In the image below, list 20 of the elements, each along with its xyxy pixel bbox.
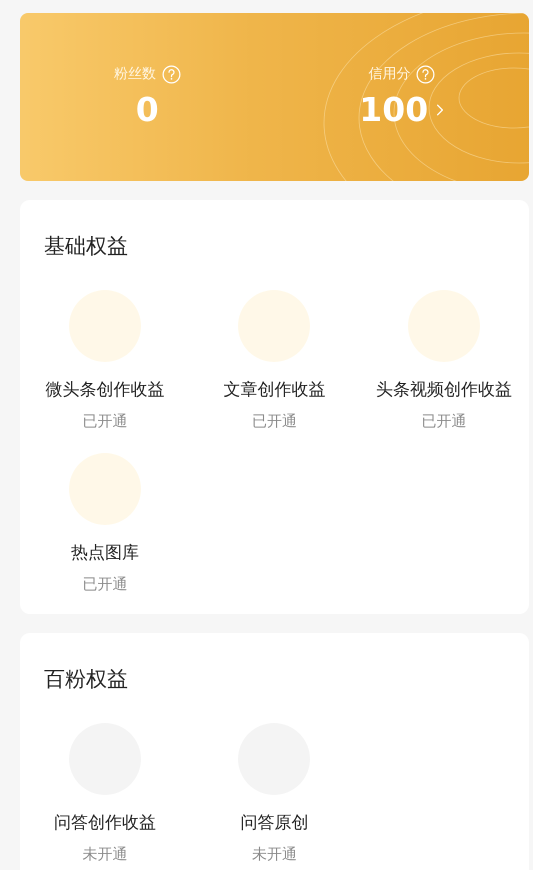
chevron-icon[interactable] <box>436 102 444 116</box>
benefit-status: 未开通 <box>82 844 128 864</box>
benefit-name[interactable]: 头条视频创作收益 <box>376 379 512 401</box>
benefit-name[interactable]: 问答原创 <box>240 812 308 834</box>
benefit-status: 未开通 <box>252 844 297 864</box>
help-icon[interactable] <box>162 64 181 84</box>
benefit-status: 已开通 <box>82 574 128 594</box>
stat-label: 信用分 <box>368 65 410 83</box>
help-icon[interactable] <box>416 64 436 84</box>
stat-label: 粉丝数 <box>114 65 156 83</box>
benefit-name[interactable]: 微头条创作收益 <box>45 379 164 401</box>
benefit-name[interactable]: 热点图库 <box>70 542 139 564</box>
benefit-name[interactable]: 问答创作收益 <box>54 812 156 834</box>
benefit-status: 已开通 <box>252 411 297 431</box>
stat-value: 0 <box>136 90 159 130</box>
benefit-name[interactable]: 文章创作收益 <box>223 379 326 401</box>
section-title: 百粉权益 <box>43 666 129 693</box>
benefit-status: 已开通 <box>82 411 128 431</box>
benefit-status: 已开通 <box>422 411 467 431</box>
section-title: 基础权益 <box>43 233 129 260</box>
